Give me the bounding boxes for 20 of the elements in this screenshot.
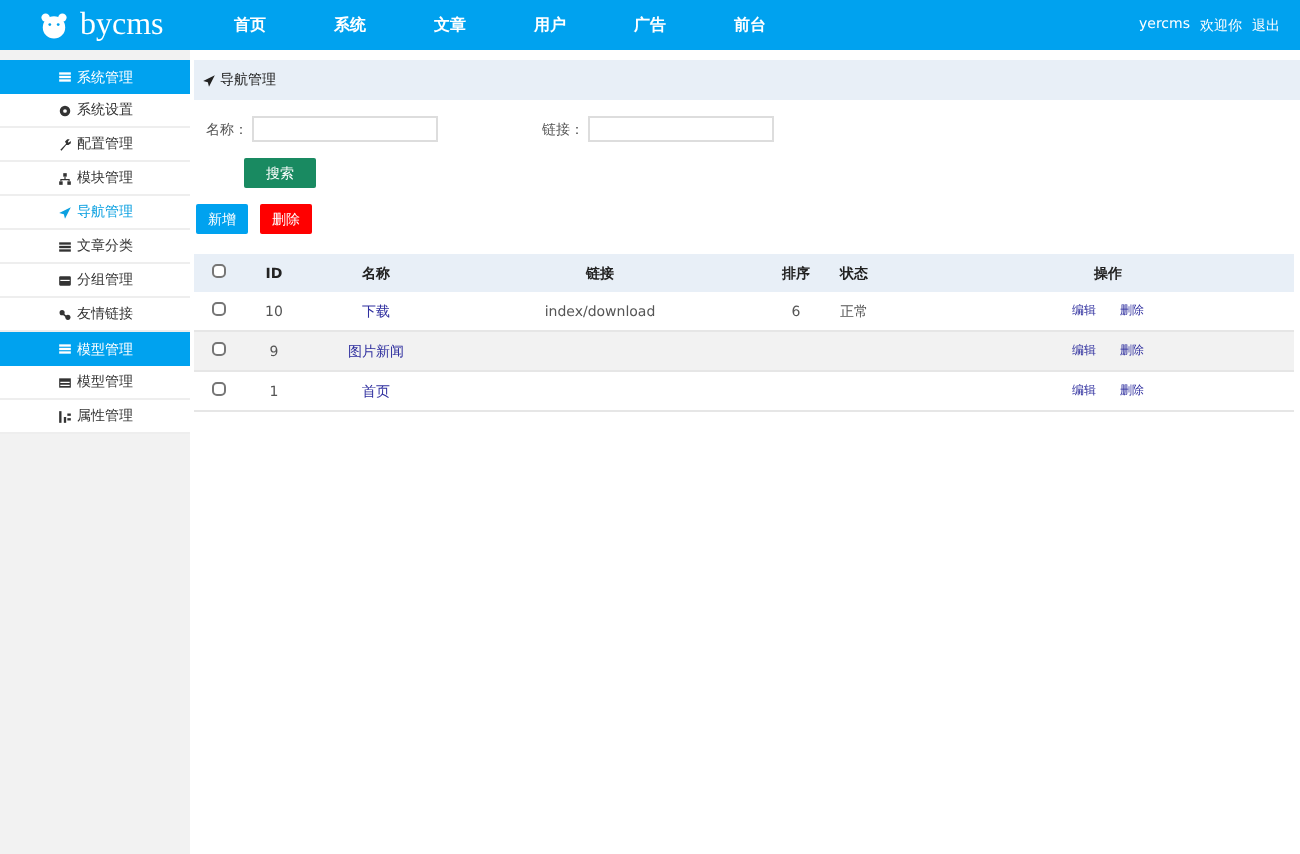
arrow-icon: [202, 73, 216, 87]
list-icon: [57, 239, 71, 253]
gear-icon: [57, 103, 71, 117]
bear-logo-icon: [40, 11, 68, 39]
checkbox[interactable]: [211, 382, 225, 396]
list-icon: [57, 342, 71, 356]
input-field[interactable]: [252, 116, 438, 142]
arrow-icon: [57, 205, 71, 219]
list-icon: [57, 70, 71, 84]
card-icon: [57, 273, 71, 287]
hierarchy-icon: [57, 171, 71, 185]
wrench-icon: [57, 137, 71, 151]
input-field[interactable]: [588, 116, 774, 142]
checkbox[interactable]: [211, 302, 225, 316]
logo-text: bycms: [80, 7, 164, 43]
table-icon: [57, 375, 71, 389]
link-icon: [57, 307, 71, 321]
checkbox[interactable]: [211, 342, 225, 356]
bars-icon: [57, 409, 71, 423]
checkbox[interactable]: [211, 264, 225, 278]
